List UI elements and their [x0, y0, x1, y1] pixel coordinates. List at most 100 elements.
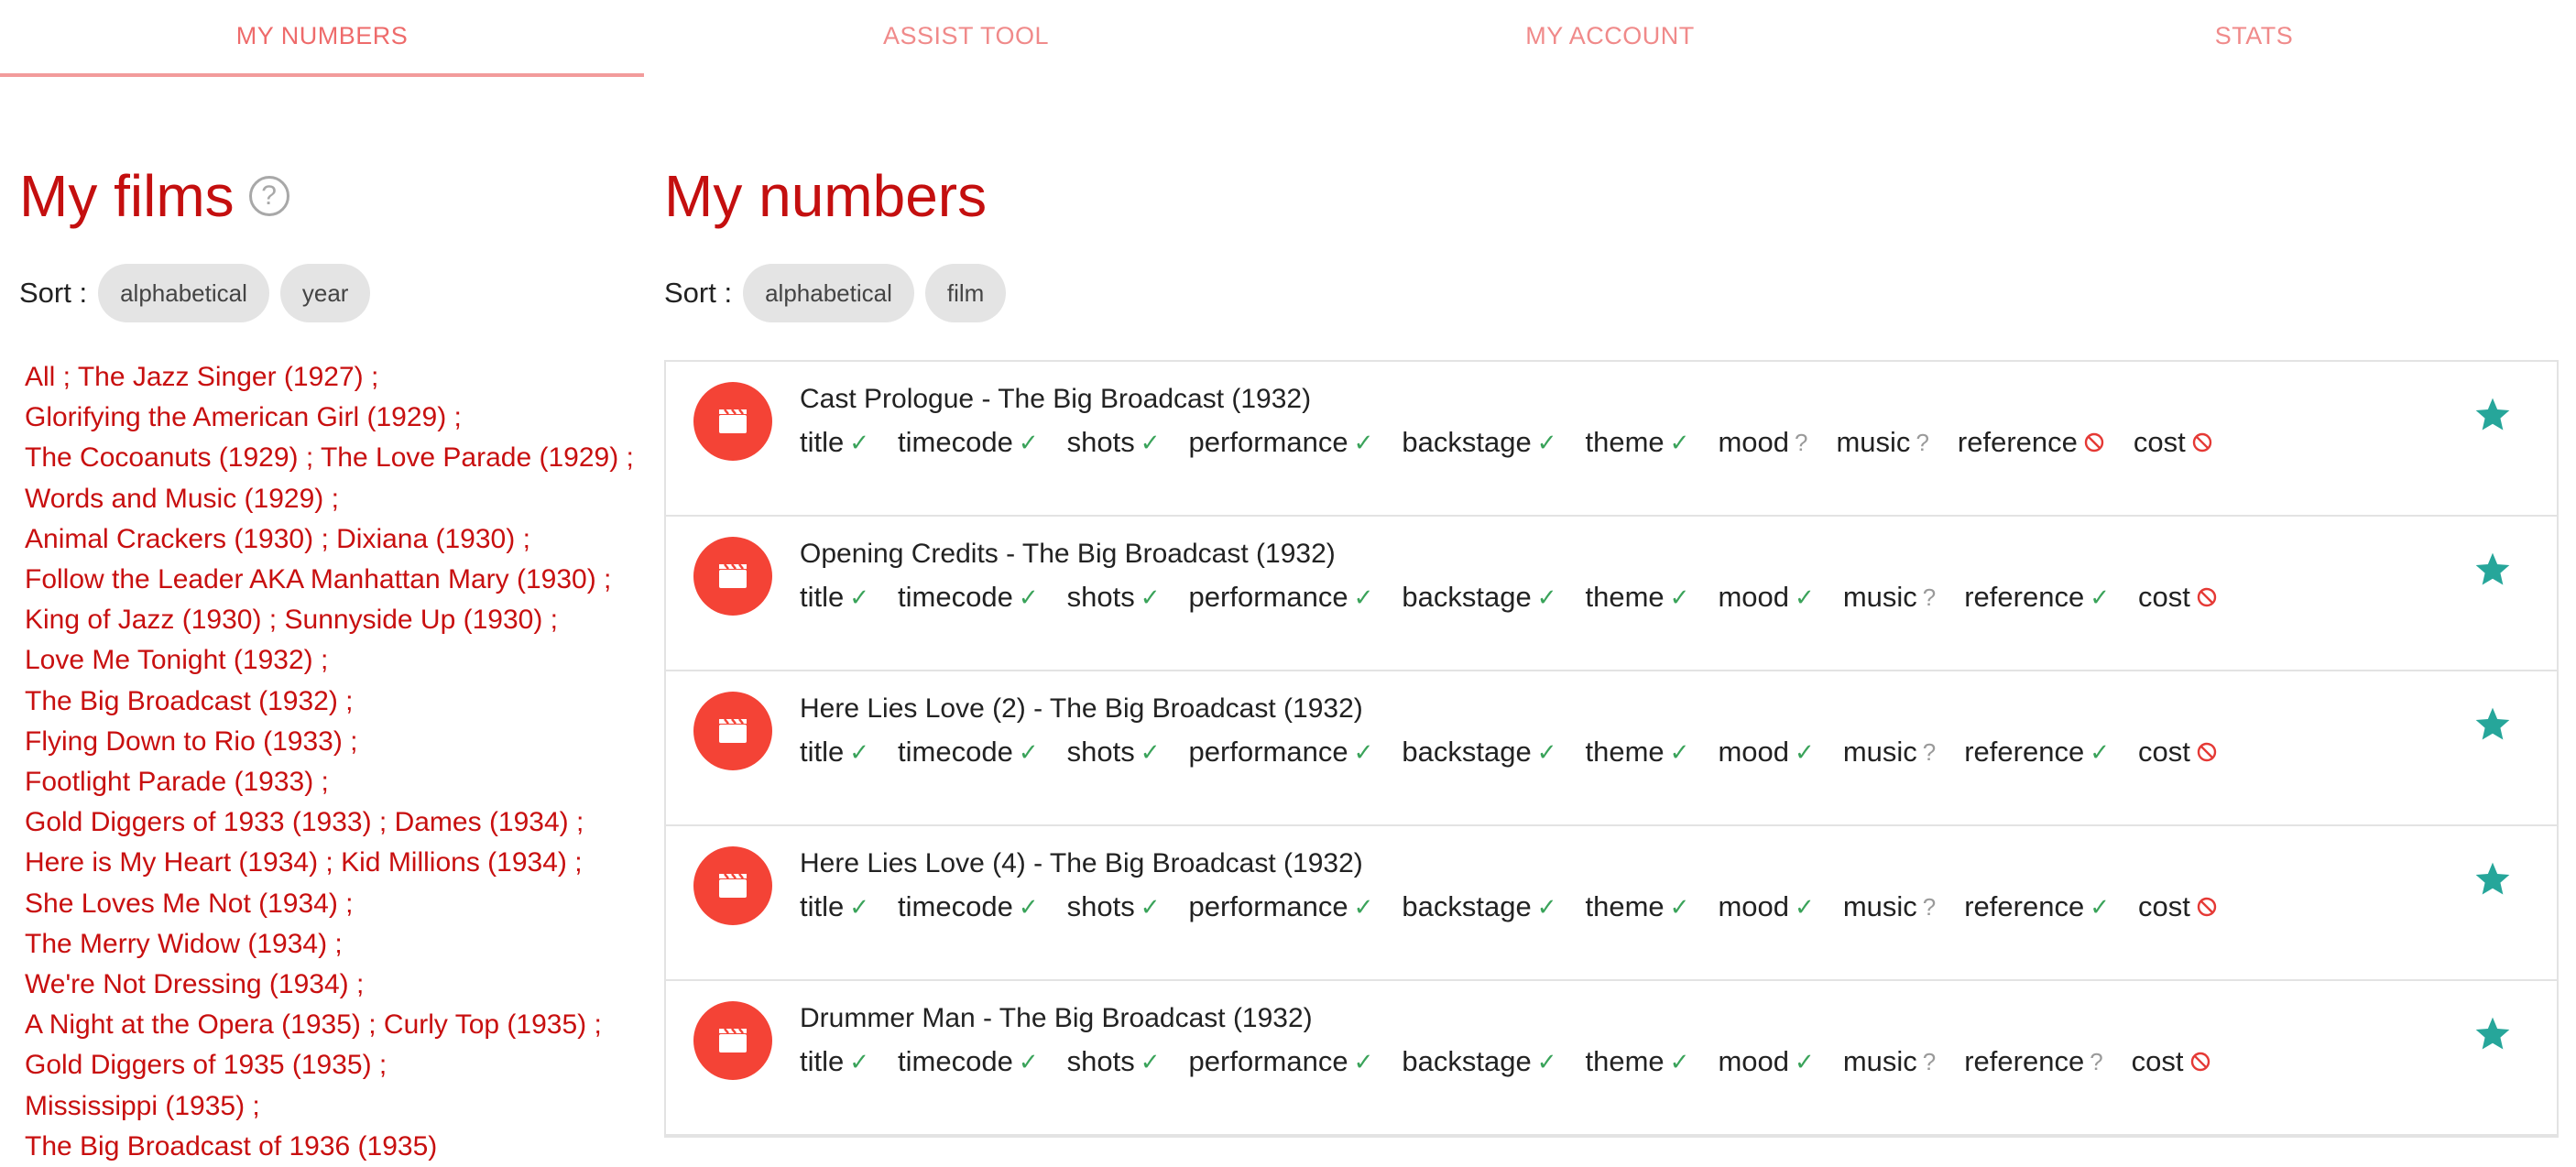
film-link[interactable]: Dixiana (1930) ; [336, 524, 530, 554]
film-link[interactable]: Curly Top (1935) ; [384, 1009, 602, 1040]
check-icon: ✓ [849, 737, 870, 766]
film-link[interactable]: The Cocoanuts (1929) ; [25, 442, 313, 473]
film-link[interactable]: Follow the Leader AKA Manhattan Mary (19… [25, 564, 611, 594]
check-icon: ✓ [1795, 892, 1815, 921]
check-icon: ✓ [1536, 583, 1557, 611]
tag-label: timecode [898, 1045, 1013, 1077]
film-line: Gold Diggers of 1933 (1933) ; Dames (193… [25, 802, 648, 843]
check-icon: ✓ [1795, 1047, 1815, 1075]
tag-label: mood [1718, 1045, 1790, 1077]
sort-year-button[interactable]: year [279, 264, 371, 322]
film-line: The Cocoanuts (1929) ; The Love Parade (… [25, 438, 648, 478]
number-row[interactable]: Drummer Man - The Big Broadcast (1932) ti… [666, 981, 2557, 1136]
film-link[interactable]: Kid Millions (1934) ; [341, 847, 582, 878]
tag-theme: theme ✓ [1586, 736, 1690, 769]
tag-label: timecode [898, 581, 1013, 613]
check-icon: ✓ [1353, 583, 1374, 611]
sort-film-button[interactable]: film [924, 264, 1007, 322]
tag-label: theme [1585, 1045, 1665, 1077]
film-line: We're Not Dressing (1934) ; [25, 965, 648, 1005]
film-line: Mississippi (1935) ; [25, 1086, 648, 1127]
tag-label: backstage [1402, 581, 1532, 613]
film-link[interactable]: The Merry Widow (1934) ; [25, 929, 343, 959]
film-link[interactable]: Glorifying the American Girl (1929) ; [25, 402, 462, 432]
tab-my-account[interactable]: MY ACCOUNT [1288, 0, 1932, 71]
film-line: All ; The Jazz Singer (1927) ; [25, 357, 648, 398]
tag-label: music [1842, 1045, 1917, 1077]
number-tags: title ✓ timecode ✓ shots ✓ performance ✓ backsta… [800, 577, 2246, 617]
tag-title: title ✓ [800, 1045, 869, 1078]
film-link[interactable]: Flying Down to Rio (1933) ; [25, 726, 358, 757]
film-link[interactable]: Dames (1934) ; [395, 807, 584, 837]
tag-performance: performance ✓ [1189, 581, 1374, 614]
film-line: Glorifying the American Girl (1929) ; [25, 398, 648, 438]
check-icon: ✓ [1018, 583, 1039, 611]
numbers-sort-row: Sort : alphabetical film [664, 264, 2560, 322]
tag-label: timecode [898, 426, 1013, 458]
film-link[interactable]: Footlight Parade (1933) ; [25, 767, 329, 797]
tag-label: backstage [1402, 890, 1532, 922]
star-icon[interactable] [2472, 704, 2513, 745]
tag-label: theme [1585, 426, 1665, 458]
film-link[interactable]: She Loves Me Not (1934) ; [25, 889, 354, 919]
check-icon: ✓ [849, 892, 870, 921]
tag-label: cost [2131, 1045, 2184, 1077]
tag-label: performance [1188, 890, 1348, 922]
active-tab-indicator [0, 73, 644, 77]
film-link[interactable]: King of Jazz (1930) ; [25, 605, 277, 635]
film-link[interactable]: The Big Broadcast of 1936 (1935) [25, 1131, 437, 1162]
film-link[interactable]: We're Not Dressing (1934) ; [25, 969, 364, 999]
star-icon[interactable] [2472, 395, 2513, 435]
film-link[interactable]: Gold Diggers of 1935 (1935) ; [25, 1050, 387, 1080]
film-line: King of Jazz (1930) ; Sunnyside Up (1930… [25, 600, 648, 640]
tag-performance: performance ✓ [1189, 1045, 1374, 1078]
tag-label: theme [1585, 736, 1665, 768]
number-row[interactable]: Opening Credits - The Big Broadcast (193… [666, 517, 2557, 671]
film-link[interactable]: Love Me Tonight (1932) ; [25, 645, 328, 675]
tag-label: cost [2133, 426, 2186, 458]
check-icon: ✓ [1536, 428, 1557, 456]
tag-label: title [800, 736, 845, 768]
film-link[interactable]: Gold Diggers of 1933 (1933) ; [25, 807, 387, 837]
numbers-list: Cast Prologue - The Big Broadcast (1932)… [664, 360, 2559, 1138]
check-icon: ✓ [1669, 892, 1690, 921]
tag-label: backstage [1402, 736, 1532, 768]
question-icon: ? [1922, 892, 1937, 921]
tab-assist-tool[interactable]: ASSIST TOOL [644, 0, 1288, 71]
film-line: The Big Broadcast of 1936 (1935) [25, 1127, 648, 1167]
sort-alphabetical-button[interactable]: alphabetical [743, 264, 914, 322]
star-icon[interactable] [2472, 1014, 2513, 1054]
film-link[interactable]: The Big Broadcast (1932) ; [25, 686, 354, 716]
tag-music: music? [1843, 736, 1936, 769]
film-link[interactable]: Mississippi (1935) ; [25, 1091, 260, 1121]
tag-label: music [1842, 890, 1917, 922]
film-link[interactable]: The Love Parade (1929) ; [321, 442, 634, 473]
tag-label: reference [1957, 426, 2078, 458]
film-link[interactable]: Words and Music (1929) ; [25, 484, 339, 514]
star-icon[interactable] [2472, 859, 2513, 900]
number-row[interactable]: Cast Prologue - The Big Broadcast (1932)… [666, 362, 2557, 517]
star-icon[interactable] [2472, 550, 2513, 590]
tag-label: mood [1718, 736, 1790, 768]
film-link[interactable]: Sunnyside Up (1930) ; [285, 605, 559, 635]
tag-theme: theme ✓ [1586, 1045, 1690, 1078]
film-link[interactable]: All ; [25, 362, 71, 392]
check-icon: ✓ [2090, 583, 2110, 611]
tab-stats[interactable]: STATS [1932, 0, 2576, 71]
film-link[interactable]: Animal Crackers (1930) ; [25, 524, 329, 554]
question-icon: ? [1922, 737, 1937, 766]
film-link[interactable]: The Jazz Singer (1927) ; [78, 362, 379, 392]
tag-title: title ✓ [800, 581, 869, 614]
film-link[interactable]: A Night at the Opera (1935) ; [25, 1009, 377, 1040]
tag-title: title ✓ [800, 890, 869, 923]
film-line: The Merry Widow (1934) ; [25, 924, 648, 965]
film-link[interactable]: Here is My Heart (1934) ; [25, 847, 333, 878]
help-icon[interactable]: ? [248, 176, 289, 216]
numbers-title: My numbers [664, 163, 988, 229]
sort-alphabetical-button[interactable]: alphabetical [98, 264, 269, 322]
number-row[interactable]: Here Lies Love (2) - The Big Broadcast (… [666, 671, 2557, 826]
tag-label: title [800, 890, 845, 922]
tag-label: backstage [1402, 1045, 1532, 1077]
tab-my-numbers[interactable]: MY NUMBERS [0, 0, 644, 71]
number-row[interactable]: Here Lies Love (4) - The Big Broadcast (… [666, 826, 2557, 981]
